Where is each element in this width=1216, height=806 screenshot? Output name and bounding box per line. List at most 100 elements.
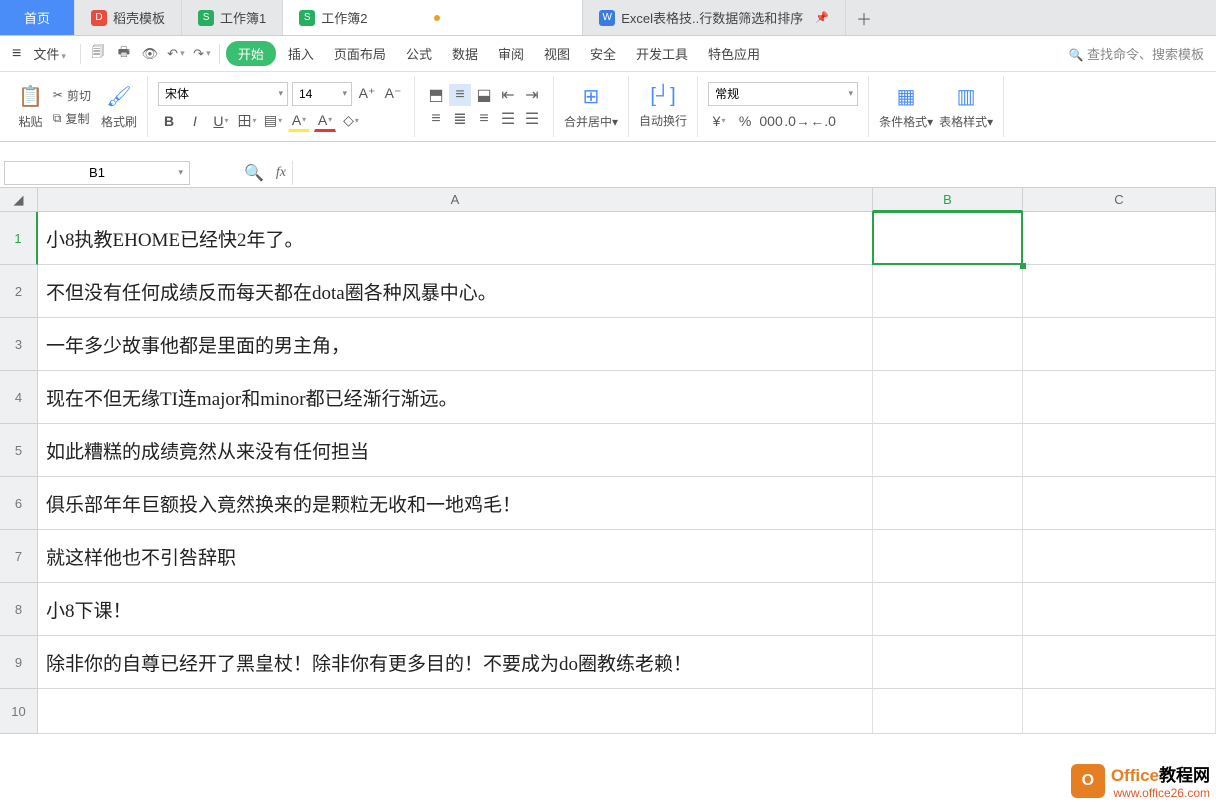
search-box[interactable]: 查找命令、搜索模板 (1069, 44, 1204, 63)
cell-B1[interactable] (873, 212, 1023, 265)
decrease-decimal-button[interactable]: ←.0 (812, 110, 834, 132)
tab-workbook1[interactable]: S 工作簿1 (182, 0, 283, 35)
tab-template[interactable]: D 稻壳模板 (75, 0, 182, 35)
menu-review[interactable]: 审阅 (490, 40, 532, 67)
menu-security[interactable]: 安全 (582, 40, 624, 67)
underline-button[interactable]: U (210, 110, 232, 132)
col-header-A[interactable]: A (38, 188, 873, 212)
row-header-4[interactable]: 4 (0, 371, 38, 424)
tab-excel-doc[interactable]: W Excel表格技..行数据筛选和排序 📌 (583, 0, 846, 35)
cell-A8[interactable]: 小8下课！ (38, 583, 873, 636)
lens-icon[interactable]: 🔍 (244, 163, 264, 183)
menu-view[interactable]: 视图 (536, 40, 578, 67)
cell-B4[interactable] (873, 371, 1023, 424)
menu-start[interactable]: 开始 (226, 41, 276, 66)
new-tab-button[interactable]: ＋ (846, 0, 882, 35)
print-icon[interactable]: 🖶 (113, 43, 135, 65)
row-header-5[interactable]: 5 (0, 424, 38, 477)
row-header-7[interactable]: 7 (0, 530, 38, 583)
highlight-button[interactable]: A (288, 110, 310, 132)
cell-C1[interactable] (1023, 212, 1216, 265)
cell-A9[interactable]: 除非你的自尊已经开了黑皇杖！除非你有更多目的！不要成为do圈教练老赖！ (38, 636, 873, 689)
border-button[interactable]: 田 (236, 110, 258, 132)
cell-C10[interactable] (1023, 689, 1216, 734)
menu-formula[interactable]: 公式 (398, 40, 440, 67)
row-header-3[interactable]: 3 (0, 318, 38, 371)
conditional-format-button[interactable]: ▦ 条件格式▾ (879, 84, 933, 130)
cell-B6[interactable] (873, 477, 1023, 530)
row-header-9[interactable]: 9 (0, 636, 38, 689)
save-icon[interactable]: 🗐 (87, 43, 109, 65)
clear-format-button[interactable]: ◇ (340, 110, 362, 132)
cell-B5[interactable] (873, 424, 1023, 477)
table-style-button[interactable]: ▥ 表格样式▾ (939, 84, 993, 130)
align-bottom-icon[interactable]: ⬓ (473, 84, 495, 106)
cell-C6[interactable] (1023, 477, 1216, 530)
tab-home[interactable]: 首页 (0, 0, 75, 35)
indent-decrease-icon[interactable]: ⇤ (497, 84, 519, 106)
increase-font-icon[interactable]: A⁺ (356, 83, 378, 105)
undo-icon[interactable]: ↶ (165, 43, 187, 65)
align-top-icon[interactable]: ⬒ (425, 84, 447, 106)
paste-button[interactable]: 📋 粘贴 (18, 84, 43, 130)
comma-button[interactable]: 000 (760, 110, 782, 132)
cell-B3[interactable] (873, 318, 1023, 371)
copy-button[interactable]: ⧉复制 (49, 108, 95, 129)
decrease-font-icon[interactable]: A⁻ (382, 83, 404, 105)
cell-A6[interactable]: 俱乐部年年巨额投入竟然换来的是颗粒无收和一地鸡毛！ (38, 477, 873, 530)
cell-A3[interactable]: 一年多少故事他都是里面的男主角， (38, 318, 873, 371)
col-header-C[interactable]: C (1023, 188, 1216, 212)
number-format-select[interactable]: 常规 (708, 82, 858, 106)
row-header-10[interactable]: 10 (0, 689, 38, 734)
menu-layout[interactable]: 页面布局 (326, 40, 394, 67)
indent-increase-icon[interactable]: ⇥ (521, 84, 543, 106)
font-color-button[interactable]: A (314, 110, 336, 132)
cell-C8[interactable] (1023, 583, 1216, 636)
font-size-select[interactable]: 14 (292, 82, 352, 106)
cell-A10[interactable] (38, 689, 873, 734)
menu-dev[interactable]: 开发工具 (628, 40, 696, 67)
cell-C7[interactable] (1023, 530, 1216, 583)
merge-center-button[interactable]: ⊞ 合并居中▾ (564, 84, 618, 130)
formula-input[interactable] (292, 161, 1216, 185)
increase-decimal-button[interactable]: .0→ (786, 110, 808, 132)
align-center-icon[interactable]: ≣ (449, 108, 471, 130)
cell-A1[interactable]: 小8执教EHOME已经快2年了。 (38, 212, 873, 265)
italic-button[interactable]: I (184, 110, 206, 132)
wrap-text-button[interactable]: [┘] 自动换行 (639, 85, 687, 129)
cell-B8[interactable] (873, 583, 1023, 636)
cell-B10[interactable] (873, 689, 1023, 734)
font-name-select[interactable]: 宋体 (158, 82, 288, 106)
select-all-corner[interactable]: ◢ (0, 188, 38, 212)
fill-color-button[interactable]: ▤ (262, 110, 284, 132)
distribute-icon[interactable]: ☰ (521, 108, 543, 130)
cell-A2[interactable]: 不但没有任何成绩反而每天都在dota圈各种风暴中心。 (38, 265, 873, 318)
menu-data[interactable]: 数据 (444, 40, 486, 67)
menu-file[interactable]: 文件 (25, 40, 74, 67)
cell-B2[interactable] (873, 265, 1023, 318)
row-header-1[interactable]: 1 (0, 212, 38, 265)
currency-button[interactable]: ¥ (708, 110, 730, 132)
name-box[interactable]: B1 (4, 161, 190, 185)
cell-A4[interactable]: 现在不但无缘TI连major和minor都已经渐行渐远。 (38, 371, 873, 424)
align-middle-icon[interactable]: ≡ (449, 84, 471, 106)
cell-C5[interactable] (1023, 424, 1216, 477)
redo-icon[interactable]: ↷ (191, 43, 213, 65)
justify-icon[interactable]: ☰ (497, 108, 519, 130)
cell-C9[interactable] (1023, 636, 1216, 689)
menu-insert[interactable]: 插入 (280, 40, 322, 67)
bold-button[interactable]: B (158, 110, 180, 132)
cell-C4[interactable] (1023, 371, 1216, 424)
percent-button[interactable]: % (734, 110, 756, 132)
cut-button[interactable]: ✂剪切 (49, 85, 95, 106)
align-right-icon[interactable]: ≡ (473, 108, 495, 130)
cell-A5[interactable]: 如此糟糕的成绩竟然从来没有任何担当 (38, 424, 873, 477)
menu-special[interactable]: 特色应用 (700, 40, 768, 67)
hamburger-icon[interactable]: ≡ (12, 45, 21, 63)
preview-icon[interactable]: 👁 (139, 43, 161, 65)
cell-B9[interactable] (873, 636, 1023, 689)
cell-C2[interactable] (1023, 265, 1216, 318)
format-painter-button[interactable]: 🖌 格式刷 (101, 84, 137, 130)
row-header-2[interactable]: 2 (0, 265, 38, 318)
selection-handle[interactable] (1020, 263, 1026, 269)
